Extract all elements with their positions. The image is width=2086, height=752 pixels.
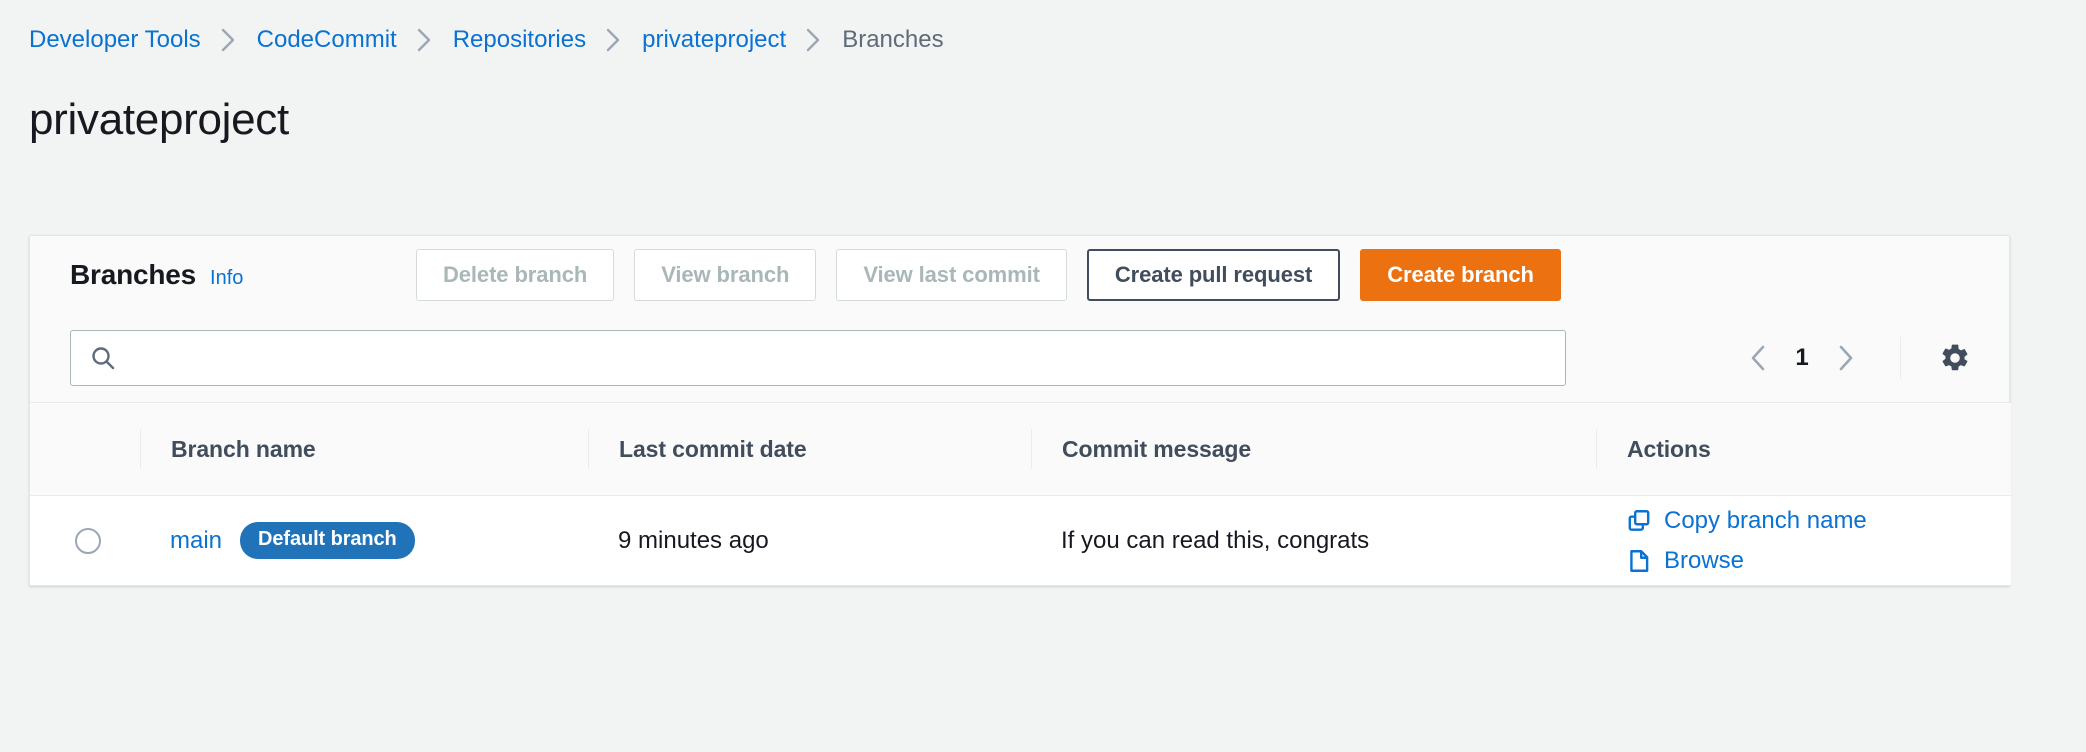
browse-label: Browse: [1664, 546, 1745, 574]
page-title: privateproject: [29, 95, 289, 144]
breadcrumb-item-privateproject[interactable]: privateproject: [642, 26, 786, 54]
row-select-cell: [30, 495, 140, 585]
chevron-right-icon: [415, 27, 435, 53]
panel-tools-row: 1: [30, 314, 2009, 402]
pagination: 1: [1736, 334, 1979, 382]
column-header-select: [30, 403, 140, 496]
table-body: main Default branch 9 minutes ago If you…: [30, 495, 2011, 585]
info-link[interactable]: Info: [210, 267, 243, 290]
panel-title-group: Branches Info: [70, 259, 410, 291]
column-header-commit-message: Commit message: [1031, 403, 1596, 496]
copy-icon: [1626, 508, 1652, 534]
branches-panel: Branches Info Delete branch View branch …: [29, 235, 2011, 586]
view-last-commit-button[interactable]: View last commit: [836, 249, 1067, 301]
delete-branch-button[interactable]: Delete branch: [416, 249, 615, 301]
create-pull-request-button[interactable]: Create pull request: [1086, 249, 1341, 301]
branches-table: Branch name Last commit date Commit mess…: [30, 403, 2011, 585]
chevron-right-icon: [219, 27, 239, 53]
file-icon: [1626, 548, 1652, 574]
breadcrumb-item-codecommit[interactable]: CodeCommit: [257, 26, 397, 54]
row-radio-button[interactable]: [75, 527, 101, 554]
create-branch-button[interactable]: Create branch: [1360, 249, 1561, 301]
last-commit-date-value: 9 minutes ago: [618, 526, 769, 554]
breadcrumb-item-branches: Branches: [842, 26, 944, 53]
pagination-divider: [1900, 337, 1901, 379]
copy-branch-name-link[interactable]: Copy branch name: [1626, 507, 2011, 535]
previous-page-button[interactable]: [1736, 335, 1782, 381]
row-actions-cell: Copy branch name Browse: [1596, 495, 2011, 585]
browse-link[interactable]: Browse: [1626, 547, 2011, 575]
column-header-actions: Actions: [1596, 403, 2011, 496]
copy-branch-name-label: Copy branch name: [1664, 506, 1867, 534]
gear-icon[interactable]: [1931, 334, 1979, 382]
breadcrumb-item-developer-tools[interactable]: Developer Tools: [29, 26, 201, 54]
chevron-right-icon: [804, 27, 824, 53]
row-branch-name-cell: main Default branch: [140, 495, 588, 585]
column-header-branch-name: Branch name: [140, 403, 588, 496]
row-last-commit-date-cell: 9 minutes ago: [588, 495, 1031, 585]
page-root: Developer Tools CodeCommit Repositories …: [0, 0, 2086, 752]
next-page-button[interactable]: [1822, 335, 1868, 381]
page-number-1[interactable]: 1: [1782, 344, 1822, 372]
panel-header-row: Branches Info Delete branch View branch …: [30, 236, 2009, 314]
column-header-last-commit-date: Last commit date: [588, 403, 1031, 496]
breadcrumb-item-repositories[interactable]: Repositories: [453, 26, 586, 54]
row-commit-message-cell: If you can read this, congrats: [1031, 495, 1596, 585]
panel-header: Branches Info Delete branch View branch …: [30, 236, 2009, 403]
panel-header-actions: Delete branch View branch View last comm…: [416, 249, 1561, 301]
chevron-right-icon: [604, 27, 624, 53]
search-input[interactable]: [70, 330, 1566, 386]
table-row: main Default branch 9 minutes ago If you…: [30, 495, 2011, 585]
table-head: Branch name Last commit date Commit mess…: [30, 403, 2011, 496]
branch-name-link[interactable]: main: [170, 527, 222, 555]
search-container: [70, 330, 1566, 386]
view-branch-button[interactable]: View branch: [634, 249, 817, 301]
default-branch-badge: Default branch: [240, 522, 415, 559]
commit-message-value: If you can read this, congrats: [1061, 526, 1370, 554]
panel-title: Branches: [70, 259, 197, 290]
table-header-row: Branch name Last commit date Commit mess…: [30, 403, 2011, 496]
breadcrumb: Developer Tools CodeCommit Repositories …: [29, 26, 944, 54]
